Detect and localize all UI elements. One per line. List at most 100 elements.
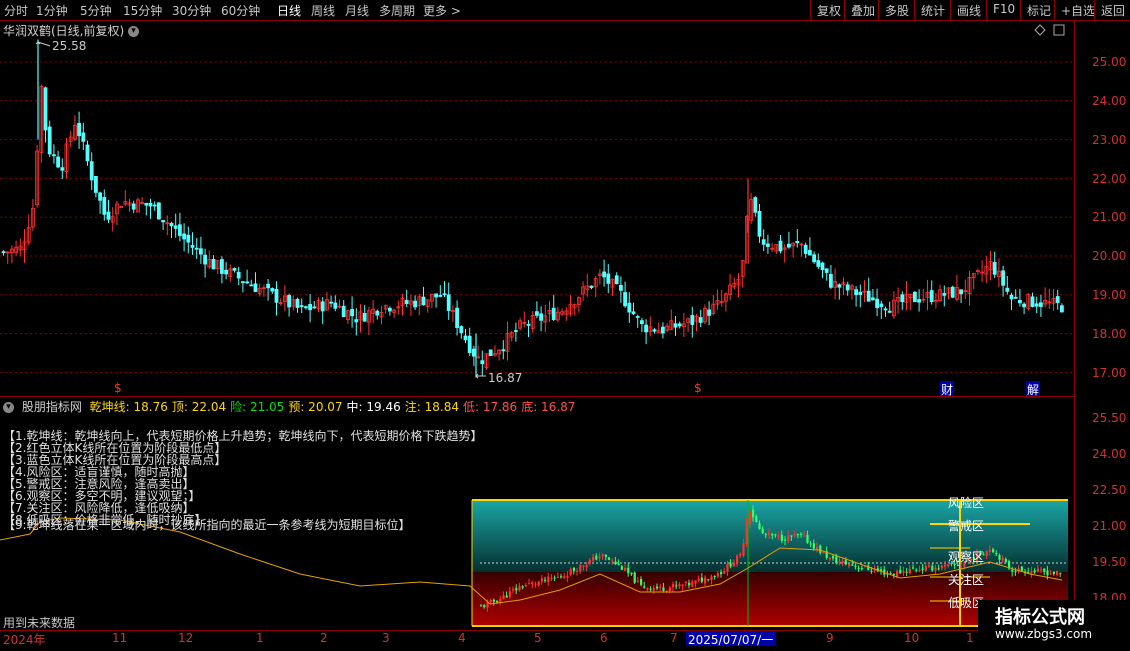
candle-body: [106, 211, 111, 220]
candle-body: [812, 254, 816, 263]
indicator-field-7: 底: 16.87: [521, 400, 576, 414]
candle-body: [824, 268, 829, 273]
ind-candle-body: [515, 588, 518, 591]
ind-candle-body: [710, 576, 713, 581]
signal-marker-1[interactable]: $: [114, 381, 122, 395]
menu-15min[interactable]: 15分钟: [123, 2, 162, 19]
candle-body: [829, 273, 833, 288]
ind-candle-body: [854, 565, 857, 567]
ind-candle-body: [720, 572, 723, 575]
ind-candle-body: [755, 516, 758, 523]
candle-body: [820, 262, 825, 270]
ind-candle-body: [1052, 571, 1055, 575]
candle-body: [766, 243, 770, 247]
ind-candle-body: [803, 535, 806, 537]
ind-candle-body: [809, 543, 812, 545]
date-label: 9: [826, 631, 834, 645]
candle-body: [438, 295, 443, 297]
date-label: 2024年: [3, 633, 46, 647]
ind-candle-body: [614, 561, 617, 565]
menu-multi-period[interactable]: 多周期: [379, 2, 415, 19]
indicator-collapse-icon[interactable]: ▾: [3, 402, 14, 413]
menu-60min[interactable]: 60分钟: [221, 2, 260, 19]
ind-candle-body: [995, 553, 998, 555]
axis-tick: 25.00: [1092, 55, 1127, 69]
ind-candle-body: [531, 582, 534, 585]
indicator-field-4: 中: 19.46: [346, 400, 401, 414]
candle-body: [589, 285, 594, 288]
ind-candle-body: [553, 577, 556, 579]
ind-candle-body: [508, 591, 511, 597]
button-f10[interactable]: F10: [986, 0, 1021, 19]
ind-candle-body: [1043, 568, 1046, 572]
ind-candle-body: [841, 560, 844, 564]
candle-body: [992, 262, 997, 275]
ind-candle-body: [534, 583, 537, 585]
stock-title-text: 华润双鹤(日线,前复权): [3, 24, 125, 38]
indicator-field-6: 低: 17.86: [462, 400, 518, 414]
menu-fenshi[interactable]: 分时: [4, 2, 28, 19]
candle-body: [698, 317, 703, 323]
candle-body: [148, 202, 153, 207]
ind-candle-body: [585, 564, 588, 568]
ind-axis-tick: 19.50: [1092, 555, 1127, 569]
candle-body: [501, 349, 506, 352]
indicator-field-2: 险: 21.05: [230, 400, 285, 414]
candle-body: [329, 301, 334, 304]
indicator-header: ▾ 股朋指标网 乾坤线: 18.76 顶: 22.04 险: 21.05 预: 20.…: [0, 398, 583, 414]
candle-body: [551, 307, 556, 320]
button-diejia[interactable]: 叠加: [844, 0, 881, 19]
menu-more[interactable]: 更多 >: [423, 2, 461, 19]
candle-body: [240, 281, 245, 284]
ind-candle-body: [1014, 571, 1017, 573]
candle-body: [413, 300, 418, 308]
ind-candle-body: [742, 543, 745, 556]
ind-candle-body: [985, 550, 988, 556]
candle-body: [404, 299, 409, 305]
price-axis: [1074, 20, 1130, 630]
ind-candle-body: [880, 569, 883, 571]
candle-body: [131, 203, 136, 210]
ind-candle-body: [486, 602, 489, 608]
candle-body: [85, 144, 90, 162]
candle-body: [787, 243, 791, 248]
button-huaxian[interactable]: 画线: [950, 0, 987, 19]
low-price-label: 16.87: [488, 371, 523, 385]
button-fuquan[interactable]: 复权: [810, 0, 847, 19]
candle-body: [875, 298, 879, 308]
candle-body: [1022, 303, 1026, 308]
dropdown-icon[interactable]: ▾: [128, 26, 140, 37]
candle-body: [446, 294, 451, 311]
ind-candle-body: [726, 564, 729, 572]
menu-5min[interactable]: 5分钟: [80, 2, 112, 19]
indicator-name[interactable]: 股朋指标网: [22, 400, 82, 414]
crosshair-date: 2025/07/07/一: [686, 631, 776, 647]
ind-axis-tick: 25.50: [1092, 411, 1127, 425]
menu-monthly[interactable]: 月线: [345, 2, 369, 19]
candle-body: [854, 289, 858, 296]
candle-body: [778, 240, 783, 252]
axis-tick: 22.00: [1092, 172, 1127, 186]
ind-candle-body: [611, 560, 614, 562]
ind-candle-body: [956, 564, 959, 566]
button-fanhui[interactable]: 返回: [1094, 0, 1130, 19]
menu-weekly[interactable]: 周线: [311, 2, 335, 19]
ind-candle-body: [672, 584, 675, 588]
candle-body: [480, 360, 485, 365]
menu-30min[interactable]: 30分钟: [172, 2, 211, 19]
ind-candle-body: [556, 576, 559, 578]
ind-candle-body: [892, 574, 895, 576]
candlestick-chart[interactable]: [0, 20, 1074, 396]
button-biaoji[interactable]: 标记: [1020, 0, 1057, 19]
panel-divider[interactable]: [0, 396, 1074, 397]
ind-candle-body: [528, 583, 531, 585]
menu-daily[interactable]: 日线: [277, 2, 301, 19]
button-duogu[interactable]: 多股: [878, 0, 915, 19]
candle-body: [144, 202, 149, 206]
candle-body: [631, 311, 636, 315]
signal-marker-2[interactable]: $: [694, 381, 702, 395]
menu-1min[interactable]: 1分钟: [36, 2, 68, 19]
ind-candle-body: [688, 582, 691, 586]
button-tongji[interactable]: 统计: [914, 0, 951, 19]
ind-candle-body: [678, 584, 681, 586]
